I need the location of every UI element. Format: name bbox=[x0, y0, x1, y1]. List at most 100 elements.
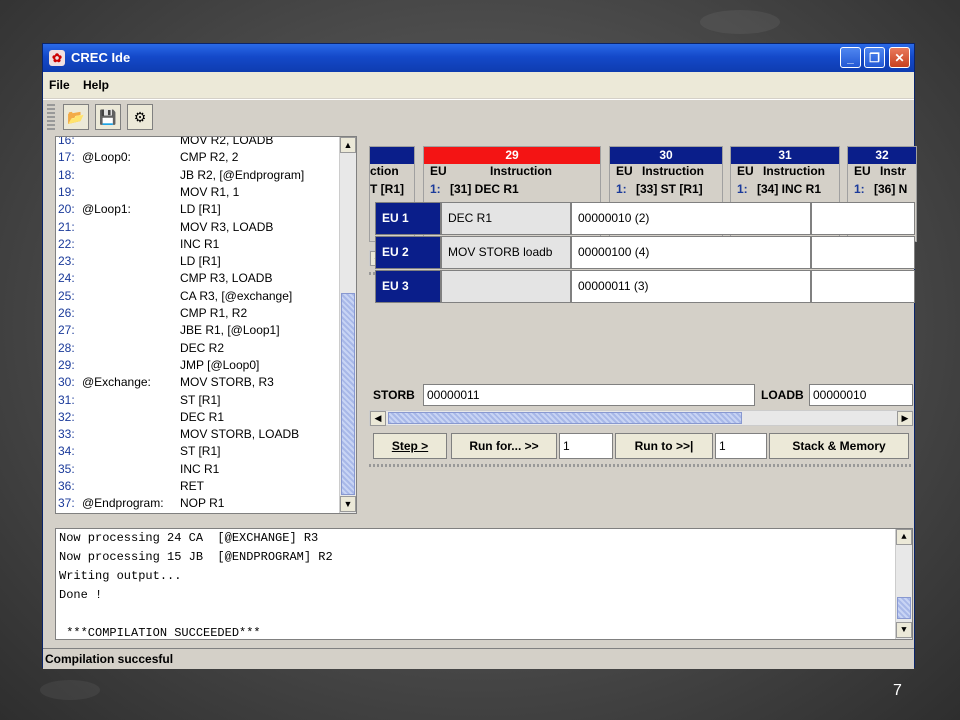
minimize-button[interactable]: _ bbox=[840, 47, 861, 68]
compile-icon[interactable]: ⚙ bbox=[127, 104, 153, 130]
line-number: 20: bbox=[58, 202, 75, 217]
pipeline-instruction: [36] N bbox=[874, 182, 908, 196]
open-folder-icon[interactable]: 📂 bbox=[63, 104, 89, 130]
code-line[interactable]: 20: @Loop1: LD [R1] bbox=[58, 201, 221, 218]
run-for-input[interactable]: 1 bbox=[559, 433, 613, 459]
line-number: 26: bbox=[58, 306, 75, 320]
code-line[interactable]: 31: ST [R1] bbox=[58, 392, 220, 409]
step-button[interactable]: Step > bbox=[373, 433, 447, 459]
scroll-thumb[interactable] bbox=[897, 597, 911, 619]
line-number: 37: bbox=[58, 496, 75, 511]
code-line[interactable]: 16: MOV R2, LOADB bbox=[58, 137, 273, 149]
line-number: 27: bbox=[58, 323, 75, 338]
run-for-button[interactable]: Run for... >> bbox=[451, 433, 557, 459]
code-line[interactable]: 32: DEC R1 bbox=[58, 409, 224, 426]
code-line[interactable]: 30: @Exchange: MOV STORB, R3 bbox=[58, 374, 274, 391]
line-instruction: RET bbox=[180, 479, 204, 493]
scroll-right-arrow-icon[interactable]: ▶ bbox=[897, 411, 913, 426]
line-instruction: MOV R2, LOADB bbox=[180, 136, 274, 147]
code-line[interactable]: 36: RET bbox=[58, 478, 204, 495]
loadb-field[interactable]: 00000010 bbox=[809, 384, 913, 406]
menu-help[interactable]: Help bbox=[83, 78, 109, 92]
eu-row: EU 2 MOV STORB loadb 00000100 (4) bbox=[375, 236, 915, 269]
code-line[interactable]: 35: INC R1 bbox=[58, 461, 219, 478]
code-line[interactable]: 33: MOV STORB, LOADB bbox=[58, 426, 299, 443]
scroll-thumb[interactable] bbox=[341, 293, 355, 495]
close-button[interactable]: ✕ bbox=[889, 47, 910, 68]
eu-name: EU 2 bbox=[375, 236, 441, 269]
pipeline-row: 1: [31] DEC R1 bbox=[424, 182, 600, 202]
scroll-up-arrow-icon[interactable]: ▲ bbox=[340, 137, 356, 153]
instruction-heading: Instr bbox=[880, 164, 907, 178]
run-to-button[interactable]: Run to >>| bbox=[615, 433, 713, 459]
code-line[interactable]: 17: @Loop0: CMP R2, 2 bbox=[58, 149, 238, 166]
storb-field[interactable]: 00000011 bbox=[423, 384, 755, 406]
eu-index: 1: bbox=[616, 182, 627, 196]
line-number: 24: bbox=[58, 271, 75, 286]
maximize-button[interactable]: ❐ bbox=[864, 47, 885, 68]
code-editor[interactable]: 16: MOV R2, LOADB 17: @Loop0: CMP R2, 2 18: JB… bbox=[55, 136, 357, 514]
instruction-heading: Instruction bbox=[763, 164, 825, 178]
scroll-down-arrow-icon[interactable]: ▼ bbox=[340, 496, 356, 512]
code-line[interactable]: 28: DEC R2 bbox=[58, 340, 224, 357]
title-bar[interactable]: ✿ CREC Ide _ ❐ ✕ bbox=[43, 44, 914, 72]
pipeline-instruction: [33] ST [R1] bbox=[636, 182, 703, 196]
output-console[interactable]: Now processing 24 CA [@EXCHANGE] R3 Now p… bbox=[55, 528, 913, 640]
menu-file[interactable]: File bbox=[49, 78, 70, 92]
line-number: 30: bbox=[58, 375, 75, 390]
cycle-header: 32 bbox=[848, 147, 916, 164]
code-line[interactable]: 18: JB R2, [@Endprogram] bbox=[58, 167, 304, 184]
eu-index: 1: bbox=[737, 182, 748, 196]
line-label: @Loop0: bbox=[82, 150, 131, 165]
pipeline-row: 1: [36] N bbox=[848, 182, 916, 202]
scroll-thumb[interactable] bbox=[388, 412, 742, 424]
column-subheader: EU Instruction bbox=[424, 164, 600, 182]
eu-heading: EU bbox=[430, 164, 447, 178]
line-label: @Loop1: bbox=[82, 202, 131, 217]
code-line[interactable]: 21: MOV R3, LOADB bbox=[58, 219, 273, 236]
line-instruction: MOV R3, LOADB bbox=[180, 219, 274, 234]
stack-memory-button[interactable]: Stack & Memory bbox=[769, 433, 909, 459]
line-label: @Endprogram: bbox=[82, 496, 164, 511]
splitter[interactable] bbox=[369, 464, 913, 467]
instruction-heading: ction bbox=[370, 164, 399, 178]
code-line[interactable]: 24: CMP R3, LOADB bbox=[58, 270, 272, 287]
code-line[interactable]: 29: JMP [@Loop0] bbox=[58, 357, 259, 374]
line-instruction: ST [R1] bbox=[180, 392, 221, 407]
code-scrollbar[interactable]: ▲ ▼ bbox=[339, 137, 356, 513]
run-to-input[interactable]: 1 bbox=[715, 433, 767, 459]
scroll-left-arrow-icon[interactable]: ◀ bbox=[370, 411, 386, 426]
simulation-panel: ction T [R1] 29 EU Instruction 1: [31] DEC R… bbox=[369, 136, 917, 516]
scroll-up-arrow-icon[interactable]: ▲ bbox=[896, 529, 912, 545]
code-line[interactable]: 22: INC R1 bbox=[58, 236, 219, 253]
code-line[interactable]: 26: CMP R1, R2 bbox=[58, 305, 247, 322]
pipeline-instruction: [31] DEC R1 bbox=[450, 182, 519, 196]
instruction-heading: Instruction bbox=[642, 164, 704, 178]
column-subheader: EU Instr bbox=[848, 164, 916, 182]
code-line[interactable]: 23: LD [R1] bbox=[58, 253, 221, 270]
save-icon[interactable]: 💾 bbox=[95, 104, 121, 130]
storb-label: STORB bbox=[373, 388, 415, 402]
line-instruction: DEC R2 bbox=[180, 340, 225, 355]
cycle-header: 30 bbox=[610, 147, 722, 164]
code-line[interactable]: 34: ST [R1] bbox=[58, 443, 220, 460]
line-instruction: INC R1 bbox=[180, 461, 220, 476]
line-instruction: MOV STORB, LOADB bbox=[180, 427, 300, 442]
line-instruction: CA R3, [@exchange] bbox=[180, 288, 293, 303]
code-line[interactable]: 27: JBE R1, [@Loop1] bbox=[58, 322, 280, 339]
line-instruction: INC R1 bbox=[180, 236, 220, 251]
output-scrollbar[interactable]: ▲ ▼ bbox=[895, 529, 912, 639]
toolbar: 📂 💾 ⚙ bbox=[43, 99, 914, 134]
toolbar-grip[interactable] bbox=[47, 104, 55, 130]
eu-row: EU 1 DEC R1 00000010 (2) bbox=[375, 202, 915, 235]
code-line[interactable]: 37: @Endprogram: NOP R1 bbox=[58, 495, 224, 512]
register-scrollbar[interactable]: ◀ ▶ bbox=[369, 410, 913, 426]
code-line[interactable]: 25: CA R3, [@exchange] bbox=[58, 288, 292, 305]
scroll-down-arrow-icon[interactable]: ▼ bbox=[896, 622, 912, 638]
column-subheader: EU Instruction bbox=[610, 164, 722, 182]
line-number: 32: bbox=[58, 409, 75, 424]
line-instruction: ST [R1] bbox=[180, 444, 221, 459]
code-line[interactable]: 19: MOV R1, 1 bbox=[58, 184, 239, 201]
column-subheader: EU Instruction bbox=[731, 164, 839, 182]
pipeline-instruction: T [R1] bbox=[370, 182, 404, 196]
